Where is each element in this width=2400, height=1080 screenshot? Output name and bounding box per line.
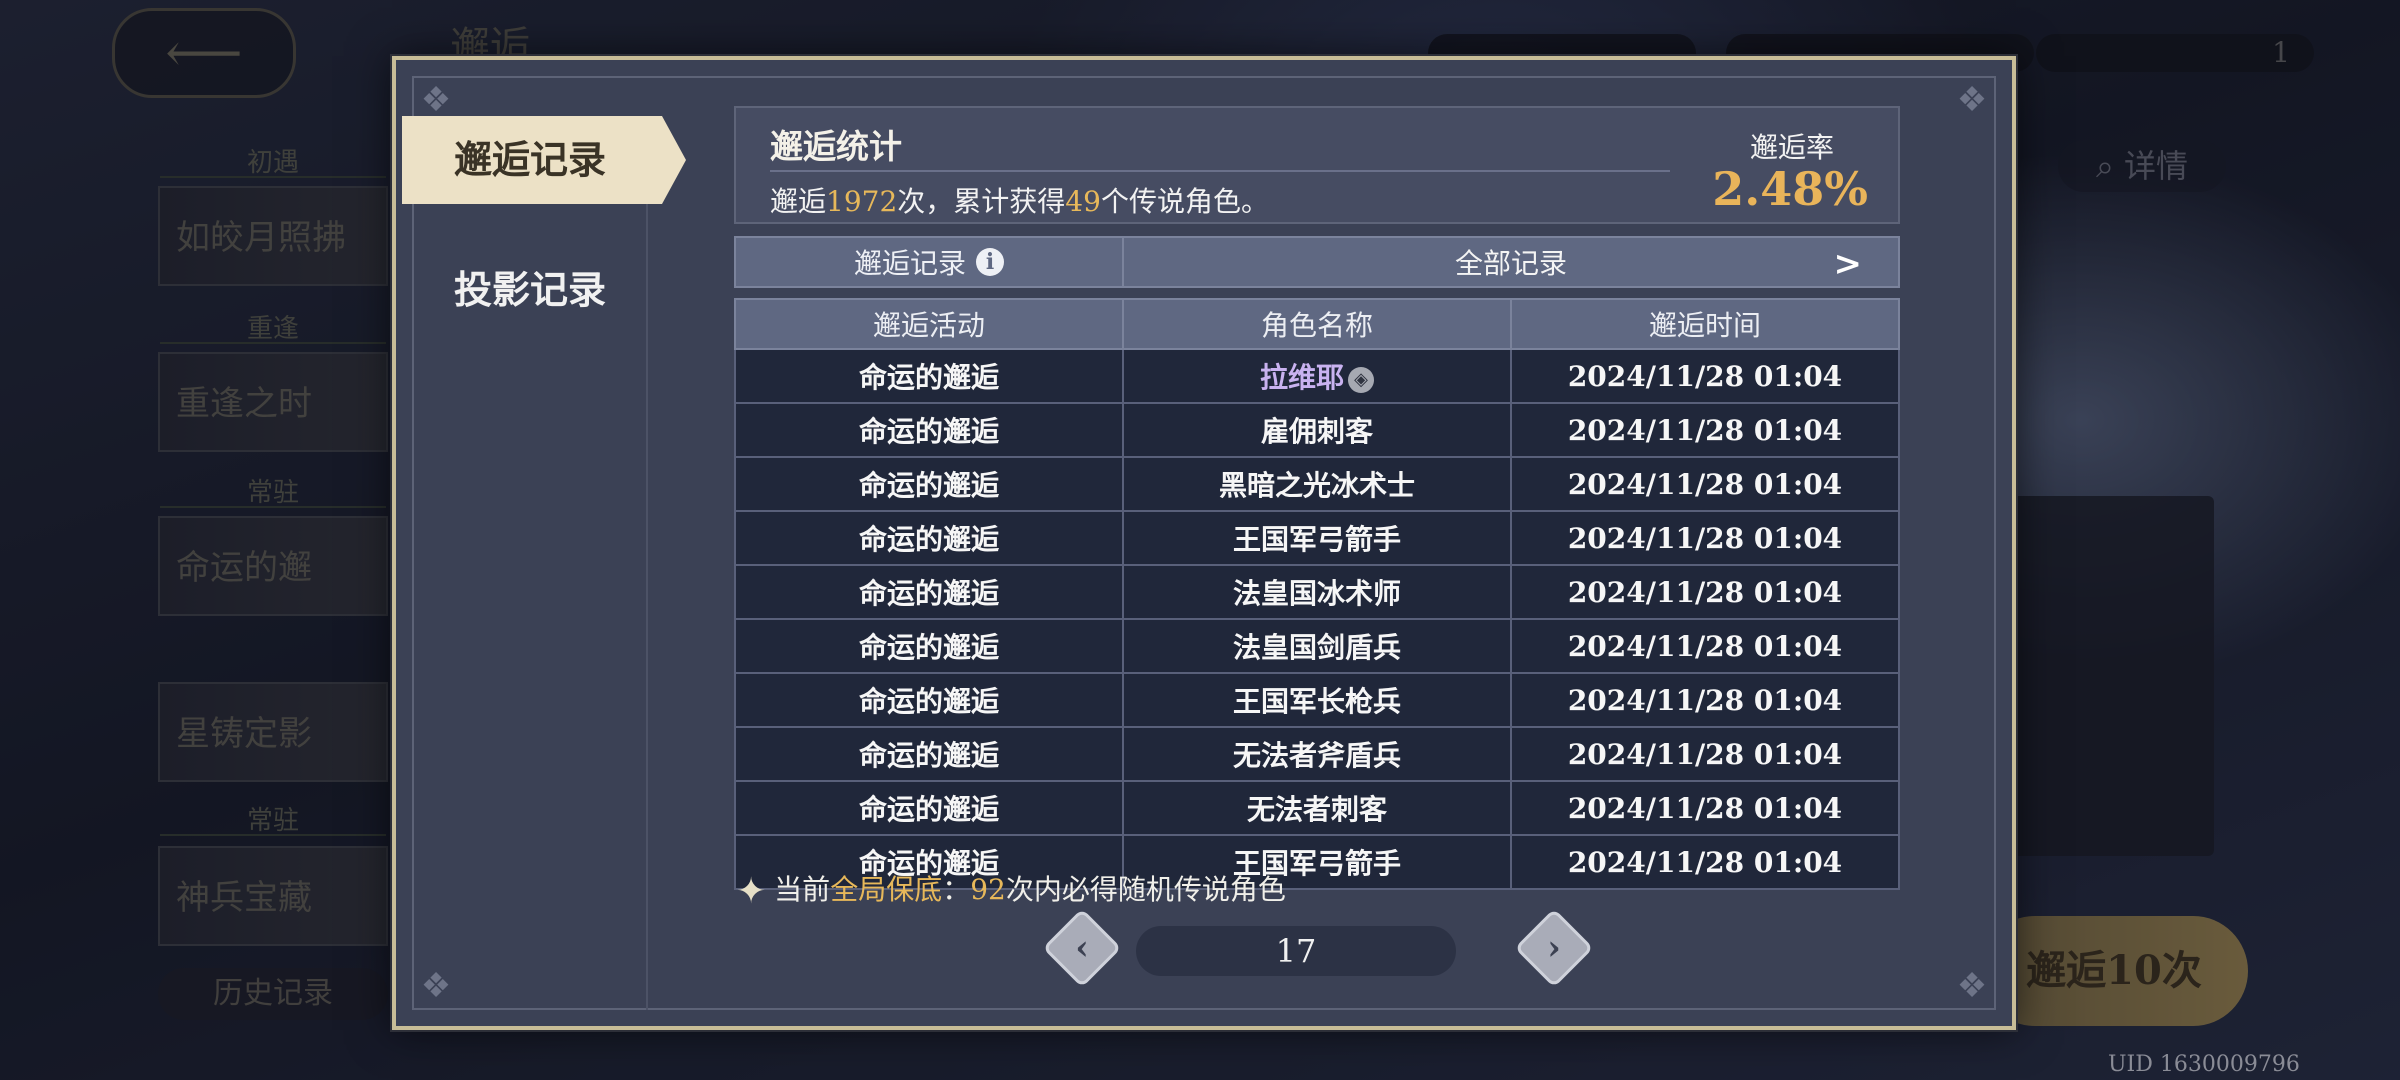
time-cell: 2024/11/28 01:04	[1510, 456, 1900, 512]
table-row: 命运的邂逅 拉维耶 ◈ 2024/11/28 01:04	[734, 348, 1900, 404]
page-number: 17	[1136, 926, 1456, 976]
character-cell: 雇佣刺客	[1122, 402, 1512, 458]
filter-bar: 邂逅记录 i 全部记录 >	[734, 236, 1900, 288]
activity-cell: 命运的邂逅	[734, 348, 1124, 404]
chevron-right-icon: >	[1833, 244, 1863, 284]
total-draws: 1972	[826, 185, 898, 218]
sparkle-icon: ✦	[736, 871, 767, 912]
next-page-button[interactable]: ›	[1514, 908, 1594, 988]
records-table: 邂逅活动 角色名称 邂逅时间 命运的邂逅 拉维耶 ◈ 2024/11/28 01:…	[734, 298, 1900, 890]
activity-cell: 命运的邂逅	[734, 672, 1124, 728]
rate-value: 2.48%	[1712, 162, 1868, 216]
activity-cell: 命运的邂逅	[734, 456, 1124, 512]
stats-title: 邂逅统计	[770, 127, 902, 166]
table-row: 命运的邂逅 无法者刺客 2024/11/28 01:04	[734, 780, 1900, 836]
chevron-right-icon: ›	[1547, 928, 1561, 968]
corner-ornament-icon: ❖	[1956, 80, 1988, 120]
rarity-icon: ◈	[1348, 366, 1374, 393]
time-cell: 2024/11/28 01:04	[1510, 564, 1900, 620]
activity-cell: 命运的邂逅	[734, 780, 1124, 836]
tab-draw-records[interactable]: 邂逅记录	[402, 116, 686, 204]
time-cell: 2024/11/28 01:04	[1510, 672, 1900, 728]
table-row: 命运的邂逅 无法者斧盾兵 2024/11/28 01:04	[734, 726, 1900, 782]
activity-cell: 命运的邂逅	[734, 510, 1124, 566]
chevron-left-icon: ‹	[1075, 928, 1089, 968]
corner-ornament-icon: ❖	[420, 966, 452, 1006]
character-cell: 王国军弓箭手	[1122, 510, 1512, 566]
activity-cell: 命运的邂逅	[734, 726, 1124, 782]
character-cell: 王国军长枪兵	[1122, 672, 1512, 728]
time-cell: 2024/11/28 01:04	[1510, 618, 1900, 674]
rate-label: 邂逅率	[1749, 131, 1834, 164]
legend-count: 49	[1065, 185, 1101, 218]
table-row: 命运的邂逅 王国军长枪兵 2024/11/28 01:04	[734, 672, 1900, 728]
activity-cell: 命运的邂逅	[734, 618, 1124, 674]
character-cell: 法皇国剑盾兵	[1122, 618, 1512, 674]
table-row: 命运的邂逅 法皇国冰术师 2024/11/28 01:04	[734, 564, 1900, 620]
pity-guarantee-note: ✦ 当前全局保底：92次内必得随机传说角色	[736, 871, 1286, 912]
divider	[770, 170, 1670, 172]
corner-ornament-icon: ❖	[420, 80, 452, 120]
character-cell: 黑暗之光冰术士	[1122, 456, 1512, 512]
records-filter-dropdown[interactable]: 全部记录 >	[1124, 238, 1898, 286]
time-cell: 2024/11/28 01:04	[1510, 780, 1900, 836]
records-label: 邂逅记录 i	[736, 238, 1124, 286]
corner-ornament-icon: ❖	[1956, 966, 1988, 1006]
stats-summary: 邂逅1972次，累计获得49个传说角色。	[770, 185, 1269, 218]
column-header: 角色名称	[1122, 298, 1512, 350]
table-row: 命运的邂逅 雇佣刺客 2024/11/28 01:04	[734, 402, 1900, 458]
column-header: 邂逅时间	[1510, 298, 1900, 350]
tab-projection-records[interactable]: 投影记录	[402, 246, 686, 334]
filter-value: 全部记录	[1454, 247, 1567, 280]
records-modal: ❖ ❖ ❖ ❖ 邂逅记录 投影记录 邂逅统计 邂逅1972次，累计获得49个传说…	[392, 56, 2016, 1030]
time-cell: 2024/11/28 01:04	[1510, 510, 1900, 566]
table-row: 命运的邂逅 王国军弓箭手 2024/11/28 01:04	[734, 510, 1900, 566]
time-cell: 2024/11/28 01:04	[1510, 348, 1900, 404]
time-cell: 2024/11/28 01:04	[1510, 726, 1900, 782]
activity-cell: 命运的邂逅	[734, 402, 1124, 458]
character-cell: 无法者刺客	[1122, 780, 1512, 836]
time-cell: 2024/11/28 01:04	[1510, 402, 1900, 458]
prev-page-button[interactable]: ‹	[1042, 908, 1122, 988]
column-header: 邂逅活动	[734, 298, 1124, 350]
table-row: 命运的邂逅 法皇国剑盾兵 2024/11/28 01:04	[734, 618, 1900, 674]
character-cell: 法皇国冰术师	[1122, 564, 1512, 620]
draw-stats-panel: 邂逅统计 邂逅1972次，累计获得49个传说角色。 邂逅率 2.48%	[734, 106, 1900, 224]
character-cell: 拉维耶 ◈	[1122, 348, 1512, 404]
info-icon[interactable]: i	[976, 248, 1004, 276]
table-row: 命运的邂逅 黑暗之光冰术士 2024/11/28 01:04	[734, 456, 1900, 512]
character-cell: 无法者斧盾兵	[1122, 726, 1512, 782]
activity-cell: 命运的邂逅	[734, 564, 1124, 620]
table-header-row: 邂逅活动 角色名称 邂逅时间	[734, 298, 1900, 350]
uid-label: UID 1630009796	[2108, 1052, 2300, 1077]
time-cell: 2024/11/28 01:04	[1510, 834, 1900, 890]
